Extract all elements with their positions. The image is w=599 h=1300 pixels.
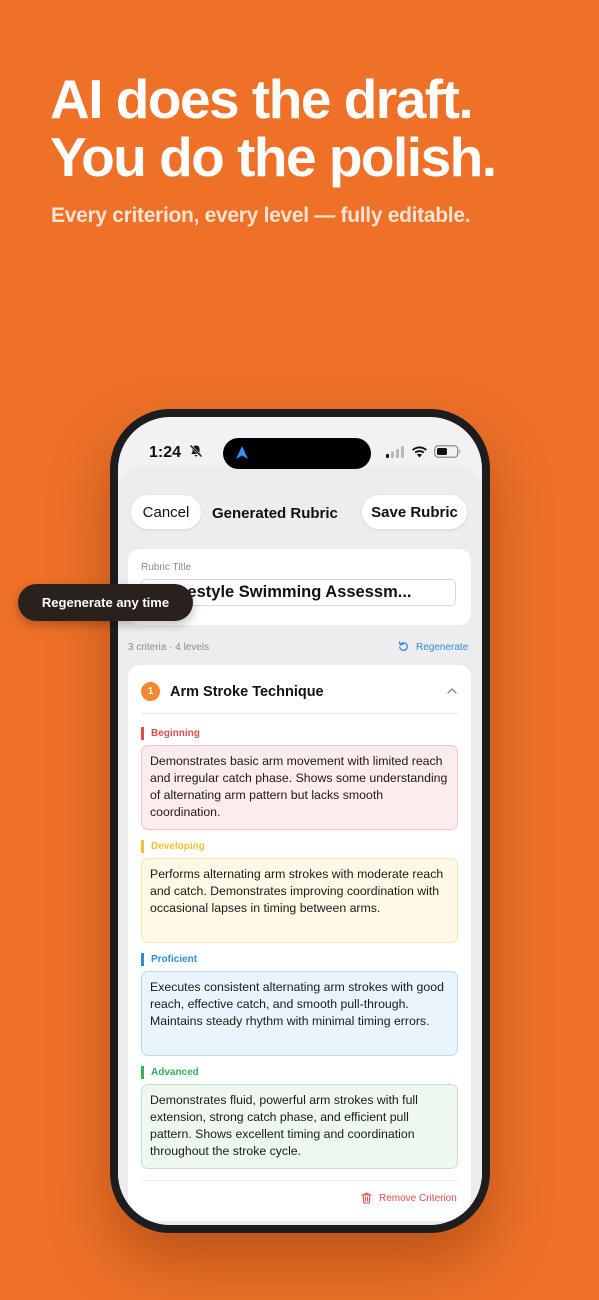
level-text-beginning[interactable]: Demonstrates basic arm movement with lim… <box>141 745 458 830</box>
phone-frame: 1:24 Cancel Generated Rubric Save Rubric… <box>110 409 490 1233</box>
remove-criterion-button[interactable]: Remove Criterion <box>361 1192 465 1206</box>
trash-icon <box>361 1192 372 1204</box>
phone-screen: 1:24 Cancel Generated Rubric Save Rubric… <box>118 417 482 1225</box>
save-rubric-button[interactable]: Save Rubric <box>362 495 467 529</box>
headline-line-2: You do the polish. <box>50 126 497 188</box>
refresh-icon <box>398 641 408 651</box>
criterion-name[interactable]: Arm Stroke Technique <box>170 684 324 700</box>
subheadline: Every criterion, every level — fully edi… <box>51 204 471 227</box>
criterion-card: 1 Arm Stroke Technique Beginning Demonst… <box>128 665 471 1221</box>
criterion-number-badge: 1 <box>141 682 160 701</box>
status-time: 1:24 <box>149 444 182 461</box>
level-text-proficient[interactable]: Executes consistent alternating arm stro… <box>141 971 458 1056</box>
rubric-meta: 3 criteria · 4 levels <box>128 642 210 653</box>
headline-line-1: AI does the draft. <box>50 68 474 130</box>
remove-criterion-label: Remove Criterion <box>379 1193 457 1204</box>
dynamic-island <box>223 438 371 469</box>
headline: AI does the draft. You do the polish. <box>50 68 497 188</box>
regenerate-tooltip: Regenerate any time <box>18 584 193 621</box>
level-label-proficient: Proficient <box>141 953 197 966</box>
criterion-divider <box>141 713 458 714</box>
regenerate-label: Regenerate <box>416 642 469 653</box>
regenerate-button[interactable]: Regenerate <box>398 641 474 655</box>
cellular-signal-icon <box>386 446 404 458</box>
level-label-developing: Developing <box>141 840 205 853</box>
nav-title: Generated Rubric <box>212 505 338 522</box>
chevron-up-icon[interactable] <box>446 686 458 696</box>
status-bar: 1:24 <box>118 417 482 473</box>
wifi-icon <box>412 446 427 458</box>
bell-slash-icon <box>189 444 203 458</box>
level-text-advanced[interactable]: Demonstrates fluid, powerful arm strokes… <box>141 1084 458 1169</box>
rubric-title-label: Rubric Title <box>141 562 192 573</box>
level-label-advanced: Advanced <box>141 1066 199 1079</box>
criterion-bottom-divider <box>141 1180 458 1181</box>
navigation-arrow-icon <box>236 446 248 459</box>
battery-icon <box>434 445 461 458</box>
level-label-beginning: Beginning <box>141 727 200 740</box>
cancel-button[interactable]: Cancel <box>131 495 201 529</box>
level-text-developing[interactable]: Performs alternating arm strokes with mo… <box>141 858 458 943</box>
